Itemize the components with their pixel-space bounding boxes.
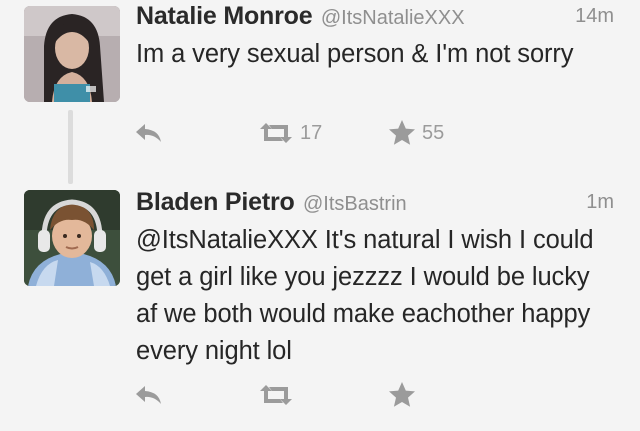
- tweet-actions: 17 55: [134, 118, 474, 148]
- avatar[interactable]: [24, 6, 120, 102]
- retweet-icon: [260, 385, 292, 405]
- retweet-count: 17: [300, 121, 323, 144]
- tweet-text: @ItsNatalieXXX It's natural I wish I cou…: [136, 226, 594, 365]
- timestamp: 1m: [586, 191, 614, 213]
- display-name[interactable]: Natalie Monroe: [136, 2, 313, 30]
- tweet-header: Bladen Pietro @ItsBastrin 1m: [136, 188, 614, 222]
- avatar-photo: [24, 190, 120, 286]
- favorite-button[interactable]: 55: [388, 118, 444, 148]
- tweet-actions: [134, 380, 474, 410]
- favorite-button[interactable]: [388, 380, 422, 410]
- star-icon: [389, 382, 415, 407]
- tweet[interactable]: Bladen Pietro @ItsBastrin 1m @ItsNatalie…: [0, 168, 640, 431]
- timestamp: 14m: [575, 5, 614, 27]
- tweet-timeline: Natalie Monroe @ItsNatalieXXX 14m Im a v…: [0, 0, 640, 431]
- reply-button[interactable]: [134, 118, 164, 148]
- reply-button[interactable]: [134, 380, 164, 410]
- retweet-icon: [260, 123, 292, 143]
- user-handle[interactable]: @ItsBastrin: [303, 193, 407, 215]
- avatar-photo: [24, 6, 120, 102]
- tweet-text: Im a very sexual person & I'm not sorry: [136, 40, 574, 68]
- retweet-button[interactable]: [258, 380, 300, 410]
- reply-icon: [136, 124, 161, 142]
- user-handle[interactable]: @ItsNatalieXXX: [321, 7, 465, 29]
- avatar[interactable]: [24, 190, 120, 286]
- tweet-header: Natalie Monroe @ItsNatalieXXX 14m: [136, 2, 614, 36]
- reply-icon: [136, 386, 161, 404]
- favorite-count: 55: [422, 121, 445, 144]
- display-name[interactable]: Bladen Pietro: [136, 188, 295, 216]
- retweet-button[interactable]: 17: [258, 118, 322, 148]
- tweet[interactable]: Natalie Monroe @ItsNatalieXXX 14m Im a v…: [0, 0, 640, 184]
- star-icon: [389, 120, 415, 145]
